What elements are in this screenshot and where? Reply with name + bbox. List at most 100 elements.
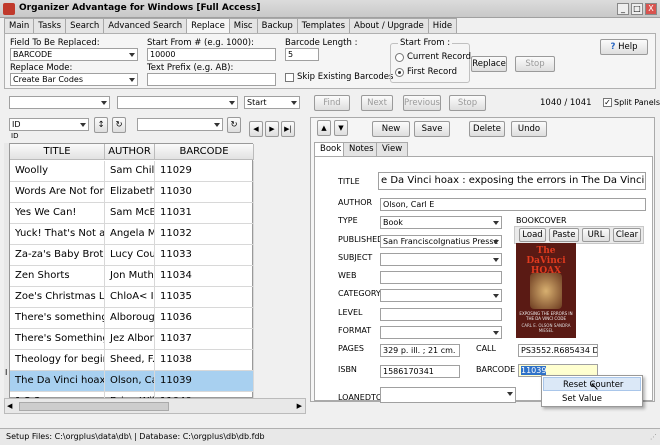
table-row[interactable]: There's somethingAlborough11036 (10, 308, 254, 329)
nav-next-icon[interactable]: ▶ (265, 121, 279, 137)
horizontal-scrollbar[interactable]: ◀ ▶ (4, 398, 306, 414)
record-down-icon[interactable]: ▼ (334, 120, 348, 136)
table-row[interactable]: Words Are Not forElizabeth V11030 (10, 182, 254, 203)
tab-misc[interactable]: Misc (228, 18, 258, 33)
title-cell: Zoe's Christmas Lis (10, 287, 105, 308)
replace-mode-select[interactable]: Create Bar Codes (10, 73, 138, 86)
current-record-radio[interactable] (395, 53, 404, 62)
scroll-right-icon[interactable]: ▶ (297, 402, 302, 410)
tab-main[interactable]: Main (4, 18, 35, 33)
filter-refresh-icon[interactable]: ↻ (227, 117, 241, 133)
previous-button[interactable]: Previous (403, 95, 441, 111)
search-operator-select[interactable] (117, 96, 238, 109)
search-position-select[interactable]: Start (244, 96, 300, 109)
current-row-marker: I (5, 368, 8, 377)
tab-search[interactable]: Search (65, 18, 105, 33)
tab-tasks[interactable]: Tasks (33, 18, 67, 33)
table-row[interactable]: Zoe's Christmas Lis ChloA< In 11035 (10, 287, 254, 308)
category-select[interactable] (380, 289, 502, 302)
tab-hide[interactable]: Hide (427, 18, 458, 33)
record-count: 1040 / 1041 (540, 98, 592, 108)
record-up-icon[interactable]: ▲ (317, 120, 331, 136)
barcode-length-spinner[interactable]: 5 (285, 48, 319, 61)
cover-url-button[interactable]: URL (582, 228, 610, 242)
cover-subtitle: EXPOSING THE ERRORS IN THE DA VINCI CODE (519, 311, 573, 321)
resize-grip-icon[interactable]: ⋰ (650, 433, 657, 441)
cover-load-button[interactable]: Load (519, 228, 546, 242)
sort-field-select[interactable]: ID (9, 118, 89, 131)
table-row[interactable]: Theology for beginSheed, F. .11038 (10, 350, 254, 371)
tab-replace[interactable]: Replace (186, 18, 230, 34)
delete-button[interactable]: Delete (469, 121, 505, 137)
replace-button[interactable]: Replace (471, 56, 507, 72)
scroll-left-icon[interactable]: ◀ (7, 402, 12, 410)
start-from-group-label: Start From : (398, 38, 453, 48)
table-row[interactable]: Za-za's Baby BrotheLucy Cous11033 (10, 245, 254, 266)
scroll-thumb[interactable] (19, 402, 169, 411)
barcode-value: 11039 (521, 366, 547, 375)
type-select[interactable]: Book (380, 216, 502, 229)
nav-prev-icon[interactable]: ◀ (249, 121, 263, 137)
text-prefix-input[interactable] (147, 73, 276, 86)
next-button[interactable]: Next (361, 95, 393, 111)
title-cell: Yuck! That's Not a (10, 224, 105, 245)
barcode-cell: 11029 (155, 161, 254, 182)
tab-advanced-search[interactable]: Advanced Search (103, 18, 188, 33)
title-field[interactable]: e Da Vinci hoax : exposing the errors in… (378, 172, 646, 190)
tab-notes[interactable]: Notes (343, 142, 380, 156)
sort-order-icon[interactable]: ↕ (94, 117, 108, 133)
table-row[interactable]: Zen Shorts Jon Muth 11034 (10, 266, 254, 287)
stop-search-button[interactable]: Stop (449, 95, 486, 111)
stop-replace-button[interactable]: Stop (515, 56, 555, 72)
nav-last-icon[interactable]: ▶| (281, 121, 295, 137)
find-button[interactable]: Find (314, 95, 350, 111)
undo-button[interactable]: Undo (511, 121, 547, 137)
first-record-radio[interactable] (395, 68, 404, 77)
close-button[interactable]: X (645, 3, 657, 15)
table-row[interactable]: Yuck! That's Not aAngela Mc11032 (10, 224, 254, 245)
column-header-barcode[interactable]: BARCODE (155, 144, 254, 160)
maximize-button[interactable]: □ (631, 3, 643, 15)
skip-existing-checkbox[interactable] (285, 73, 294, 82)
help-button[interactable]: ? Help (600, 39, 648, 55)
title-cell: Woolly (10, 161, 105, 182)
minimize-button[interactable]: _ (617, 3, 629, 15)
level-field[interactable] (380, 308, 502, 321)
format-select[interactable] (380, 326, 502, 339)
search-field-select[interactable] (9, 96, 110, 109)
barcode-cell: 11031 (155, 203, 254, 224)
loanedto-select[interactable] (380, 387, 516, 403)
published-select[interactable]: San FranciscoIgnatius Pressc (380, 235, 502, 248)
author-cell: Sam Child (105, 161, 155, 182)
author-field[interactable]: Olson, Carl E (380, 198, 646, 211)
filter-select[interactable] (137, 118, 223, 131)
set-value-menu-item[interactable]: Set Value (543, 392, 641, 406)
title-cell: The Da Vinci hoax (10, 371, 105, 392)
pages-field[interactable]: 329 p. ill. ; 21 cm. (380, 344, 460, 357)
column-header-author[interactable]: AUTHOR (105, 144, 155, 160)
text-prefix-label: Text Prefix (e.g. AB): (147, 63, 234, 73)
barcode-cell: 11034 (155, 266, 254, 287)
table-row[interactable]: There's Something Jez Alborc 11037 (10, 329, 254, 350)
refresh-icon[interactable]: ↻ (112, 117, 126, 133)
tab-templates[interactable]: Templates (296, 18, 350, 33)
table-row[interactable]: WoollySam Child11029 (10, 161, 254, 182)
cover-paste-button[interactable]: Paste (549, 228, 579, 242)
start-from-input[interactable] (147, 48, 276, 61)
new-button[interactable]: New (372, 121, 410, 137)
call-field[interactable]: PS3552.R685434 D3 (518, 344, 598, 357)
tab-view[interactable]: View (376, 142, 409, 156)
split-panels-checkbox[interactable]: ✓ (603, 98, 612, 107)
web-field[interactable] (380, 271, 502, 284)
field-to-replace-select[interactable]: BARCODE (10, 48, 138, 61)
table-row[interactable]: The Da Vinci hoaxOlson, Car11039 (10, 371, 254, 392)
tab-about-upgrade[interactable]: About / Upgrade (349, 18, 429, 33)
barcode-cell: 11030 (155, 182, 254, 203)
cover-clear-button[interactable]: Clear (613, 228, 641, 242)
tab-backup[interactable]: Backup (256, 18, 298, 33)
save-button[interactable]: Save (414, 121, 450, 137)
column-header-title[interactable]: TITLE (10, 144, 105, 160)
table-row[interactable]: Yes We Can!Sam McBra11031 (10, 203, 254, 224)
subject-select[interactable] (380, 253, 502, 266)
isbn-field[interactable]: 1586170341 (380, 365, 460, 378)
